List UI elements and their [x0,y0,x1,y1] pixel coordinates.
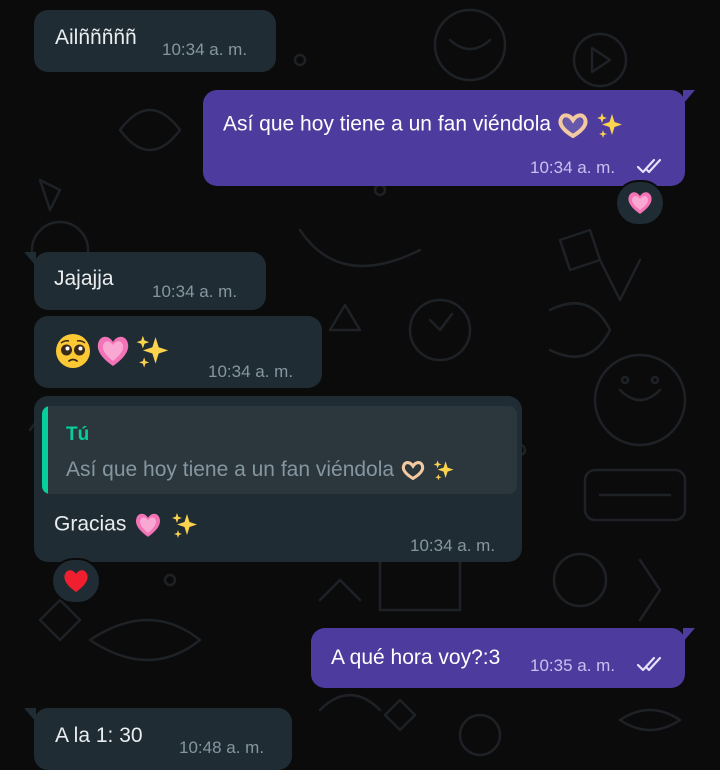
message-incoming-1[interactable]: Ailñññññ 10:34 a. m. [34,10,276,72]
message-text: Ailñññññ [55,26,137,49]
message-incoming-3[interactable]: 10:34 a. m. [34,316,322,388]
bubble-tail [683,90,695,104]
message-text-content: Así que hoy tiene a un fan viéndola [223,112,552,136]
bubble-tail [24,252,36,266]
message-timestamp: 10:34 a. m. [152,282,238,301]
quote-accent-bar [42,406,48,494]
quote-text: Así que hoy tiene a un fan viéndola [66,458,456,482]
heart-hands-emoji [558,113,588,138]
message-incoming-reply[interactable]: Tú Así que hoy tiene a un fan viéndola G… [34,396,522,562]
message-text: Jajajja [54,267,114,290]
message-timestamp: 10:34 a. m. [410,536,496,555]
pink-heart-emoji [136,513,161,537]
message-text: Gracias [54,510,200,540]
message-timestamp: 10:34 a. m. [208,362,294,381]
pleading-face-emoji [56,334,90,368]
sparkles-emoji [596,113,622,138]
message-timestamp: 10:48 a. m. [179,738,265,757]
pink-heart-icon [628,192,652,214]
message-timestamp: 10:34 a. m. [530,158,616,177]
bubble-tail [24,708,36,722]
quote-author: Tú [66,424,90,445]
quoted-message[interactable]: Tú Así que hoy tiene a un fan viéndola [42,406,517,494]
message-timestamp: 10:35 a. m. [530,656,616,675]
message-timestamp: 10:34 a. m. [162,40,248,59]
message-text: A la 1: 30 [55,724,143,747]
quote-text-content: Así que hoy tiene a un fan viéndola [66,458,395,481]
sparkles-emoji [172,513,198,538]
message-text: A qué hora voy?:3 [331,646,501,669]
message-text-content: Gracias [54,512,127,536]
read-receipt-icon [636,656,662,672]
message-reaction[interactable] [615,180,665,226]
message-reaction[interactable] [51,558,101,604]
message-incoming-4[interactable]: A la 1: 30 10:48 a. m. [24,708,292,770]
heart-hands-emoji [401,461,425,481]
pink-heart-emoji [97,336,129,366]
red-heart-icon [64,570,88,592]
sparkles-emoji [136,335,169,368]
bubble-tail [683,628,695,642]
message-outgoing-1[interactable]: Así que hoy tiene a un fan viéndola 10:3… [203,90,695,186]
read-receipt-icon [636,158,662,174]
sparkles-emoji [433,460,454,481]
message-text: Así que hoy tiene a un fan viéndola [223,110,625,140]
message-outgoing-2[interactable]: A qué hora voy?:3 10:35 a. m. [311,628,695,688]
message-incoming-2[interactable]: Jajajja 10:34 a. m. [24,252,266,310]
emoji-message [54,332,172,370]
